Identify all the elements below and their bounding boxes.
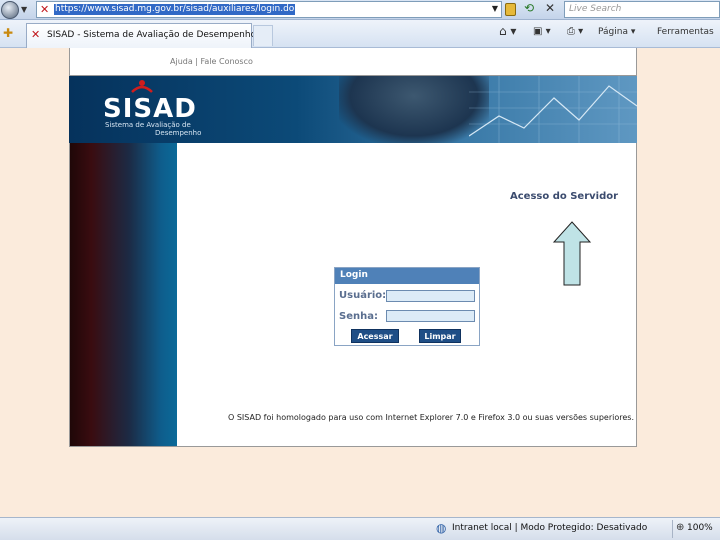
login-panel: Login Usuário: Senha: Acessar Limpar — [334, 267, 480, 346]
tab-sisad[interactable]: ✕ SISAD - Sistema de Avaliação de Desemp… — [26, 23, 256, 48]
search-placeholder: Live Search — [569, 4, 622, 14]
url-field[interactable]: ✕ https://www.sisad.mg.gov.br/sisad/auxi… — [36, 1, 502, 18]
status-bar: ◍ Intranet local | Modo Protegido: Desat… — [0, 517, 720, 540]
logo-subtitle-line2: Desempenho — [155, 129, 202, 137]
tools-menu[interactable]: Ferramentas — [657, 27, 714, 37]
acessar-button[interactable]: Acessar — [351, 329, 399, 343]
up-arrow-icon — [552, 221, 592, 286]
zoom-level[interactable]: 100% — [687, 523, 713, 533]
page-top-strip: Ajuda | Fale Conosco — [69, 48, 637, 76]
page-menu-label: Página — [598, 27, 628, 37]
refresh-icon[interactable]: ⟲ — [524, 1, 534, 15]
lock-icon[interactable] — [505, 3, 516, 16]
feeds-icon[interactable]: ▣ ▾ — [533, 26, 551, 37]
url-text[interactable]: https://www.sisad.mg.gov.br/sisad/auxili… — [54, 4, 296, 15]
acesso-servidor-title: Acesso do Servidor — [510, 191, 619, 202]
username-input[interactable] — [386, 290, 475, 302]
search-input[interactable]: Live Search — [564, 1, 720, 18]
stop-icon[interactable]: ✕ — [545, 1, 555, 15]
address-bar: ▼ ✕ https://www.sisad.mg.gov.br/sisad/au… — [0, 0, 720, 20]
tab-bar: ✚ ✕ SISAD - Sistema de Avaliação de Dese… — [0, 20, 720, 48]
username-label: Usuário: — [339, 290, 387, 301]
sisad-logo: SISAD — [103, 94, 197, 124]
favicon-icon: ✕ — [31, 28, 41, 41]
login-title: Login — [340, 270, 368, 280]
login-header: Login — [335, 268, 479, 284]
tab-title: SISAD - Sistema de Avaliação de Desempen… — [47, 30, 257, 40]
new-tab-button[interactable] — [253, 25, 273, 46]
compatibility-note: O SISAD foi homologado para uso com Inte… — [228, 413, 635, 422]
limpar-button[interactable]: Limpar — [419, 329, 461, 343]
nav-dropdown-icon[interactable]: ▼ — [21, 5, 27, 14]
nav-back-icon[interactable] — [1, 1, 19, 19]
password-input[interactable] — [386, 310, 475, 322]
banner-chart-decoration — [469, 76, 637, 143]
left-decorative-band — [70, 143, 177, 446]
zone-status-text[interactable]: Intranet local | Modo Protegido: Desativ… — [452, 523, 647, 533]
favicon-icon: ✕ — [40, 3, 50, 16]
zoom-icon[interactable]: ⊕ — [676, 522, 684, 533]
sisad-banner: SISAD Sistema de Avaliação de Desempenho — [69, 76, 637, 143]
help-links[interactable]: Ajuda | Fale Conosco — [170, 57, 253, 66]
web-page: Ajuda | Fale Conosco SISAD Sistema de Av… — [69, 48, 637, 448]
status-separator — [672, 520, 673, 538]
print-icon[interactable]: ⎙ ▾ — [567, 26, 583, 37]
favorites-star-icon[interactable]: ✚ — [3, 26, 13, 40]
globe-icon: ◍ — [436, 521, 447, 535]
logo-subtitle-line1: Sistema de Avaliação de — [105, 121, 191, 129]
home-icon[interactable]: ⌂ ▾ — [499, 24, 516, 38]
logo-swoosh-icon — [131, 80, 153, 93]
banner-photo — [339, 76, 489, 143]
url-dropdown-icon[interactable]: ▼ — [492, 4, 498, 13]
tools-menu-label: Ferramentas — [657, 27, 714, 37]
password-label: Senha: — [339, 311, 378, 322]
page-body: Acesso do Servidor Login Usuário: Senha:… — [69, 143, 637, 447]
page-menu[interactable]: Página ▾ — [598, 27, 635, 37]
